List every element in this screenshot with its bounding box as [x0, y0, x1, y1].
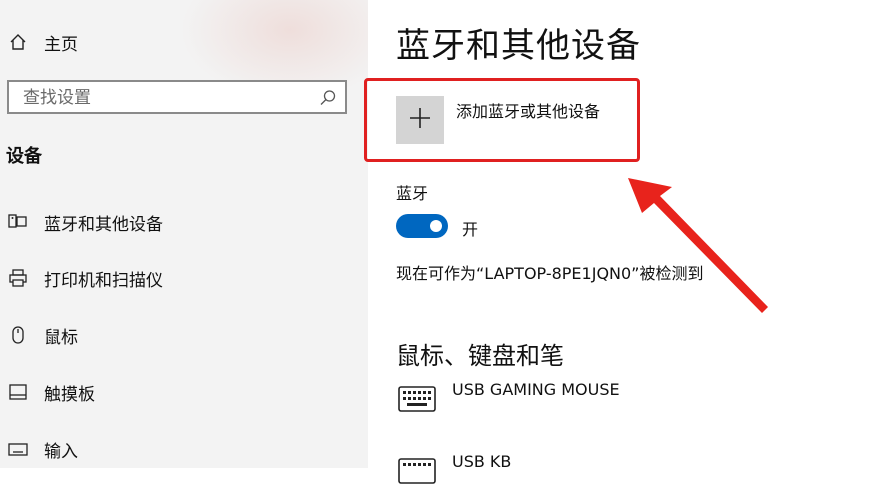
annotation-highlight-box [364, 78, 640, 162]
search-input[interactable] [21, 86, 315, 110]
keyboard-icon [398, 458, 436, 484]
main-panel: 蓝牙和其他设备 添加蓝牙或其他设备 蓝牙 开 现在可作为“LAPTOP-8PE1… [364, 0, 879, 484]
printer-icon [8, 268, 28, 288]
keyboard-input-icon [8, 439, 28, 459]
sidebar-item-label: 鼠标 [44, 327, 78, 348]
discoverable-text: 现在可作为“LAPTOP-8PE1JQN0”被检测到 [396, 264, 704, 283]
sidebar-item-input[interactable]: 输入 [0, 429, 368, 468]
device-name: USB GAMING MOUSE [452, 380, 620, 399]
toggle-knob [430, 220, 442, 232]
search-icon[interactable] [319, 89, 337, 107]
bluetooth-label: 蓝牙 [396, 184, 429, 203]
bluetooth-state-text: 开 [462, 220, 479, 239]
home-icon [8, 32, 28, 52]
bluetooth-devices-icon [8, 212, 28, 232]
mouse-icon [8, 325, 28, 345]
sidebar-item-mouse[interactable]: 鼠标 [0, 315, 368, 355]
section-title-mouse-keyboard-pen: 鼠标、键盘和笔 [396, 342, 564, 370]
sidebar-section-title: 设备 [6, 146, 42, 167]
bluetooth-toggle[interactable] [396, 214, 448, 238]
sidebar-item-label: 蓝牙和其他设备 [44, 214, 163, 235]
sidebar-item-bluetooth[interactable]: 蓝牙和其他设备 [0, 202, 368, 242]
device-name: USB KB [452, 452, 512, 471]
sidebar-item-label: 输入 [44, 441, 78, 462]
touchpad-icon [8, 382, 28, 402]
sidebar-item-printers[interactable]: 打印机和扫描仪 [0, 258, 368, 298]
sidebar: 主页 设备 蓝牙和其他设备 打印机和扫描仪 鼠标 触摸板 [0, 0, 368, 468]
keyboard-icon [398, 386, 436, 412]
sidebar-item-label: 打印机和扫描仪 [44, 270, 163, 291]
home-label: 主页 [44, 34, 78, 55]
sidebar-item-label: 触摸板 [44, 384, 95, 405]
page-title: 蓝牙和其他设备 [396, 26, 641, 66]
search-box[interactable] [7, 80, 347, 114]
sidebar-item-touchpad[interactable]: 触摸板 [0, 372, 368, 412]
home-nav-item[interactable]: 主页 [0, 22, 368, 62]
